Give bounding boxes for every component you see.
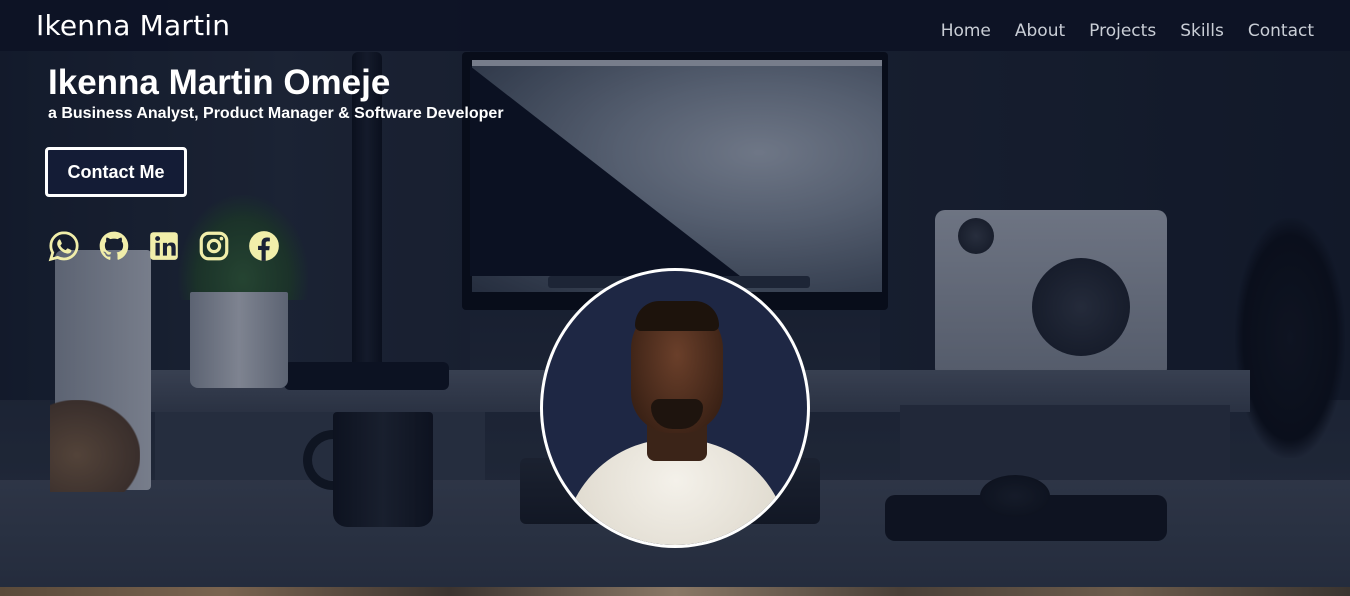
social-links (47, 228, 281, 264)
brand-logo[interactable]: Ikenna Martin (36, 9, 230, 42)
hero-subtitle: a Business Analyst, Product Manager & So… (48, 105, 504, 122)
hero-title: Ikenna Martin Omeje (48, 63, 391, 102)
nav-link-skills[interactable]: Skills (1180, 21, 1224, 41)
nav-link-projects[interactable]: Projects (1089, 21, 1156, 41)
github-icon (99, 231, 129, 260)
nav-link-home[interactable]: Home (941, 21, 991, 41)
profile-photo (540, 268, 810, 548)
navbar: Ikenna Martin Home About Projects Skills… (0, 0, 1350, 51)
whatsapp-link[interactable] (47, 228, 81, 264)
nav-link-contact[interactable]: Contact (1248, 21, 1314, 41)
facebook-icon (249, 231, 279, 261)
contact-me-button[interactable]: Contact Me (45, 147, 187, 197)
nav-links: Home About Projects Skills Contact (941, 21, 1314, 41)
instagram-link[interactable] (197, 228, 231, 264)
whatsapp-icon (48, 231, 79, 262)
next-section-preview (0, 587, 1350, 596)
profile-hair (635, 301, 719, 331)
facebook-link[interactable] (247, 228, 281, 264)
linkedin-link[interactable] (147, 228, 181, 264)
instagram-icon (199, 231, 229, 261)
linkedin-icon (150, 232, 178, 260)
nav-link-about[interactable]: About (1015, 21, 1065, 41)
github-link[interactable] (97, 228, 131, 264)
